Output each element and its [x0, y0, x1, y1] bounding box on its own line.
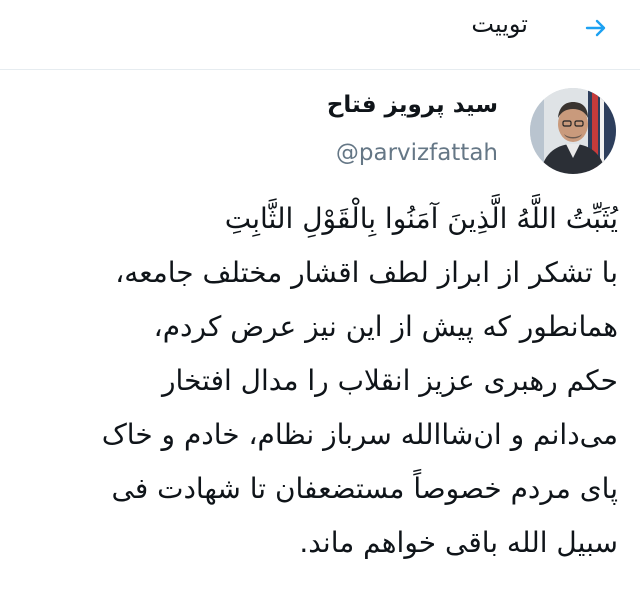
author-handle[interactable]: @parvizfattah	[336, 140, 498, 166]
page-title: توییت	[471, 10, 528, 38]
tweet-author: سید پرویز فتاح @parvizfattah	[24, 86, 616, 176]
avatar[interactable]	[530, 88, 616, 174]
author-name[interactable]: سید پرویز فتاح	[327, 92, 498, 118]
back-button[interactable]	[578, 10, 614, 46]
tweet-line: پای مردم خصوصاً مستضعفان تا شهادت فی	[111, 472, 618, 505]
user-avatar	[530, 88, 616, 174]
arrow-right-icon	[585, 19, 606, 37]
tweet-line: با تشکر از ابراز لطف اقشار مختلف جامعه،	[115, 256, 618, 289]
tweet-line: می‌دانم و ان‌شاالله سرباز نظام، خادم و خ…	[101, 418, 618, 451]
top-bar: توییت	[0, 0, 640, 70]
tweet-line: حکم رهبری عزیز انقلاب را مدال افتخار	[162, 364, 618, 397]
tweet-line: يُثَبِّتُ اللَّهُ الَّذِينَ آمَنُوا بِال…	[224, 202, 618, 235]
tweet-line: سبیل الله باقی خواهم ماند.	[299, 526, 618, 559]
tweet-body: يُثَبِّتُ اللَّهُ الَّذِينَ آمَنُوا بِال…	[18, 192, 618, 570]
tweet-line: همانطور که پیش از این نیز عرض کردم،	[153, 310, 618, 343]
